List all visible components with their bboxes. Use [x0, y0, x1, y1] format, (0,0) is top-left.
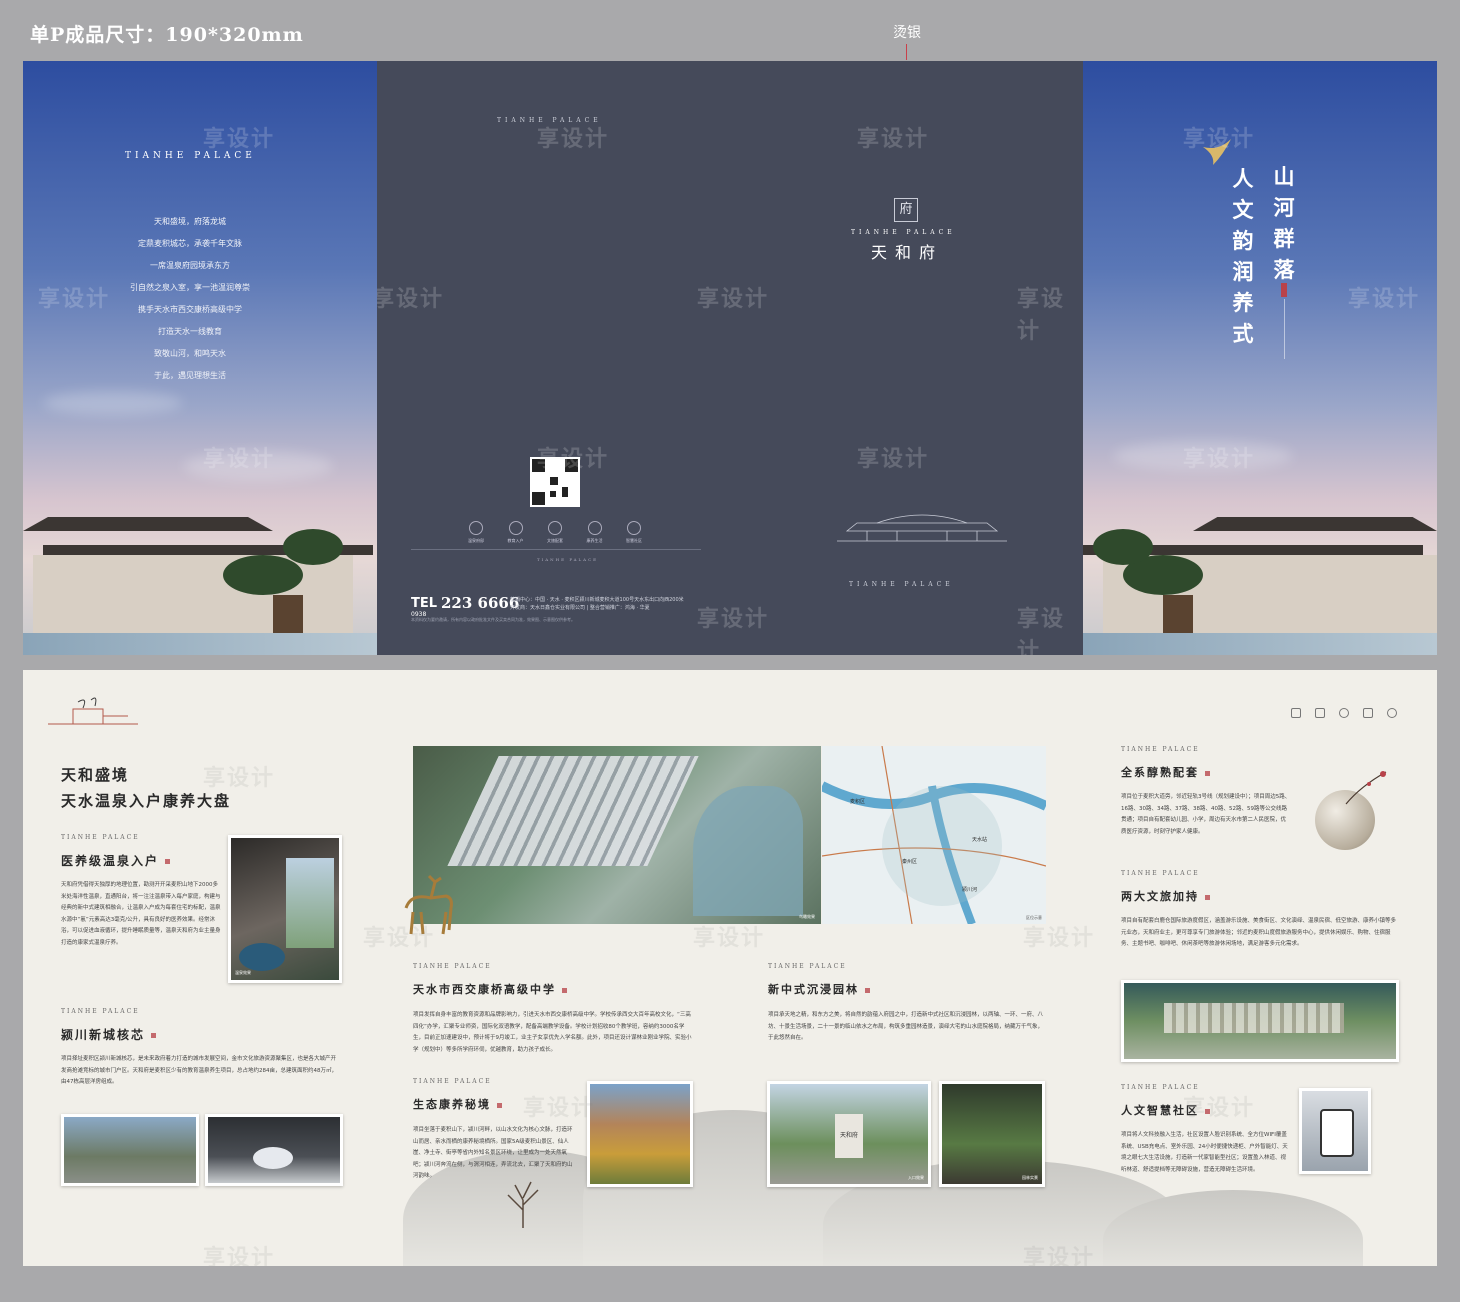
section-garden-body: 项目承天地之精，和东方之美，将自然的韵蕴入府园之中，打造新中式社区和沉浸园林，以… — [768, 1012, 1044, 1041]
watermark: 享设计 — [1023, 926, 1096, 951]
vertical-slogan-2: 人文韵润养式 — [1232, 166, 1254, 346]
feature-icon: 文旅配套 — [544, 521, 566, 544]
watermark: 享设计 — [697, 287, 770, 312]
poem-line: 携手天水市西交康桥高级中学 — [138, 305, 242, 314]
watermark: 享设计 — [377, 287, 445, 312]
section-smart-community: 人文智慧社区 — [1121, 1102, 1210, 1118]
watermark: 享设计 — [693, 926, 766, 951]
poem-block: 天和盛境，府落龙城 定鼎麦积城芯，承袭千年文脉 一席温泉府园境承东方 引自然之泉… — [90, 211, 290, 387]
section-amenities: 全系醇熟配套 — [1121, 764, 1210, 780]
back-and-front-cover: TIANHE PALACE 温泉府邸 教育入户 文旅配套 康养生活 智慧社区 T… — [377, 61, 1083, 655]
building-illustration — [1083, 505, 1437, 655]
brand-en: TIANHE PALACE — [125, 151, 256, 161]
poem-line: 定鼎麦积城芯，承袭千年文脉 — [138, 239, 242, 248]
poem-line: 致敬山河，和鸣天水 — [154, 349, 226, 358]
brand-caption: TIANHE PALACE — [413, 963, 492, 970]
cover-brand-en: TIANHE PALACE — [851, 229, 956, 236]
watermark: 享设计 — [857, 447, 930, 472]
watermark: 享设计 — [537, 127, 610, 152]
watermark: 享设计 — [857, 127, 930, 152]
poem-line: 于此，遇见理想生活 — [154, 371, 226, 380]
brand-caption: TIANHE PALACE — [61, 1008, 140, 1015]
brand-caption: TIANHE PALACE — [1121, 870, 1200, 877]
red-seal — [1281, 283, 1287, 297]
garden-photo: 园林实景 — [939, 1081, 1045, 1187]
cover-title: 天和府 — [870, 243, 943, 262]
hotline-number: 223 6666 — [441, 594, 520, 612]
location-map: 麦积区 秦州区 天水站 颍川河 区位示意 — [819, 745, 1049, 926]
section-amenities-body: 项目位于麦积大道旁，邻近轻轨3号线（规划建设中）；项目周边5路、16路、30路、… — [1121, 794, 1291, 835]
section-ecology-body: 项目坐落于麦积山下，颍川河畔，以山水文化为核心文脉，打造环山而居、亲水而栖的康养… — [413, 1127, 573, 1179]
plum-blossom-branch — [1345, 771, 1387, 805]
section-new-city: 颍川新城核芯 — [61, 1026, 157, 1043]
brand-logo: 府 — [894, 198, 918, 222]
mountain-photo — [587, 1081, 693, 1187]
phone-icon-label: TEL 0938 — [411, 596, 438, 618]
qr-code[interactable] — [530, 457, 580, 507]
right-cover-panel: 山河群落 人文韵润养式 享设计 享设计 享设计 — [1083, 61, 1437, 655]
watermark: 享设计 — [203, 766, 276, 791]
vertical-slogan-1: 山河群落 — [1273, 164, 1295, 282]
hot-spring-photo: 温泉效果 — [228, 835, 342, 983]
watermark: 享设计 — [523, 1096, 596, 1121]
resort-aerial-photo — [1121, 980, 1399, 1062]
poem-line: 打造天水一线教育 — [158, 327, 222, 336]
brand-en-bottom: TIANHE PALACE — [849, 581, 954, 588]
brand-caption: TIANHE PALACE — [1121, 1084, 1200, 1091]
line-icon — [1339, 708, 1349, 718]
foil-stamp-label: 烫银 — [893, 25, 921, 41]
section-garden: 新中式沉浸园林 — [768, 981, 870, 997]
main-heading-1: 天和盛境 — [61, 766, 130, 784]
brand-caption: TIANHE PALACE — [1121, 746, 1200, 753]
entrance-photo — [205, 1114, 343, 1186]
left-cover-panel: TIANHE PALACE 天和盛境，府落龙城 定鼎麦积城芯，承袭千年文脉 一席… — [23, 61, 377, 655]
gate-photo: 天和府 入口效果 — [767, 1081, 931, 1187]
brand-caption: TIANHE PALACE — [61, 834, 140, 841]
bronze-deer-sculpture — [404, 874, 453, 935]
main-heading-2: 天水温泉入户康养大盘 — [61, 792, 232, 810]
section-ecology: 生态康养秘境 — [413, 1096, 502, 1112]
brand-caption: TIANHE PALACE — [768, 963, 847, 970]
foil-marker-line — [906, 44, 907, 60]
top-icon-row — [1291, 708, 1397, 718]
line-icon — [1315, 708, 1325, 718]
section-smart-community-body: 项目将人文科技融入生活，社区设置人脸识别系统、全方位WIFI覆盖系统、USB充电… — [1121, 1132, 1288, 1173]
gate-line-art — [837, 514, 1007, 542]
feature-icon: 教育入户 — [505, 521, 527, 544]
inner-spread: 天和盛境 天水温泉入户康养大盘 TIANHE PALACE 医养级温泉入户 天和… — [23, 670, 1437, 1266]
address: 营销中心：中国 · 天水 · 麦积区颍川新城麦积大道100号天水东出口向西200… — [510, 597, 684, 611]
brand-caption: TIANHE PALACE — [413, 1078, 492, 1085]
poem-line: 一席温泉府园境承东方 — [150, 261, 230, 270]
watermark: 享设计 — [1017, 287, 1066, 344]
poem-line: 天和盛境，府落龙城 — [154, 217, 226, 226]
product-size-label: 单P成品尺寸：190*320mm — [30, 24, 304, 46]
line-icon — [1291, 708, 1301, 718]
brand-en-tiny: TIANHE PALACE — [537, 557, 599, 562]
line-icon — [1387, 708, 1397, 718]
feature-icon: 温泉府邸 — [465, 521, 487, 544]
feature-icon: 智慧社区 — [623, 521, 645, 544]
smart-phone-photo — [1299, 1088, 1371, 1174]
watermark: 享设计 — [203, 1246, 276, 1266]
brand-en-small: TIANHE PALACE — [497, 117, 602, 124]
section-school: 天水市西交康桥高级中学 — [413, 981, 567, 997]
section-tourism-body: 项目自有配套白鹿仓国际旅游度假区，涵盖游乐设施、美食街区、文化演绎、温泉民宿、低… — [1121, 918, 1397, 947]
aerial-rendering: 鸟瞰效果 — [413, 746, 821, 924]
line-icon — [1363, 708, 1373, 718]
poem-line: 引自然之泉入室，享一池温润尊崇 — [130, 283, 250, 292]
legal-notice: 本资料仅为要约邀请，所有内容以政府批准文件及买卖合同为准，效果图、示意图仅供参考… — [411, 617, 575, 622]
feature-icon: 康养生活 — [584, 521, 606, 544]
building-illustration — [23, 505, 377, 655]
section-hot-spring: 医养级温泉入户 — [61, 852, 171, 869]
bamboo-logo-icon — [48, 697, 138, 725]
aerial-city-photo — [61, 1114, 199, 1186]
section-new-city-body: 项目择址麦积区颍川新城核芯，是未来政府着力打造的城市发展空间，金市文化旅游资源聚… — [61, 1056, 337, 1085]
section-tourism: 两大文旅加持 — [1121, 888, 1210, 904]
feature-icons: 温泉府邸 教育入户 文旅配套 康养生活 智慧社区 — [465, 521, 645, 544]
section-hot-spring-body: 天和府凭借得天独厚的地理位置，勘测开开采麦积山地下2000多米处海洋性温泉，直通… — [61, 882, 221, 946]
watermark: 享设计 — [1017, 607, 1066, 655]
section-school-body: 项目发挥自身丰富的教育资源和品牌影响力，引进天水市西交康桥高级中学。学校传承西交… — [413, 1012, 692, 1053]
